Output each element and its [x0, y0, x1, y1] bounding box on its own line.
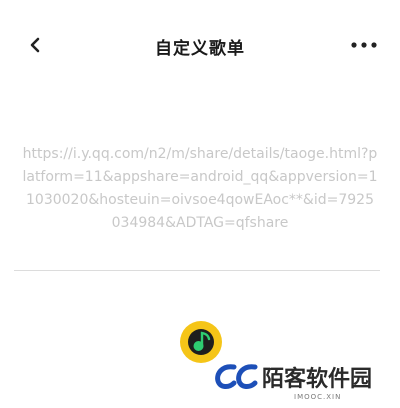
page-title: 自定义歌单 [155, 39, 245, 59]
qq-music-logo-icon[interactable] [179, 320, 223, 364]
watermark-subtext: IMOOC.XIN [294, 393, 342, 401]
mc-logo-icon [215, 364, 258, 389]
more-options-button[interactable] [344, 30, 384, 60]
share-url-text[interactable]: https://i.y.qq.com/n2/m/share/details/ta… [22, 143, 378, 235]
more-horizontal-icon [351, 42, 377, 48]
watermark: 陌客软件园 IMOOC.XIN [214, 358, 394, 402]
top-bar: 自定义歌单 [0, 0, 400, 90]
watermark-text: 陌客软件园 [262, 366, 373, 392]
divider [14, 270, 380, 271]
